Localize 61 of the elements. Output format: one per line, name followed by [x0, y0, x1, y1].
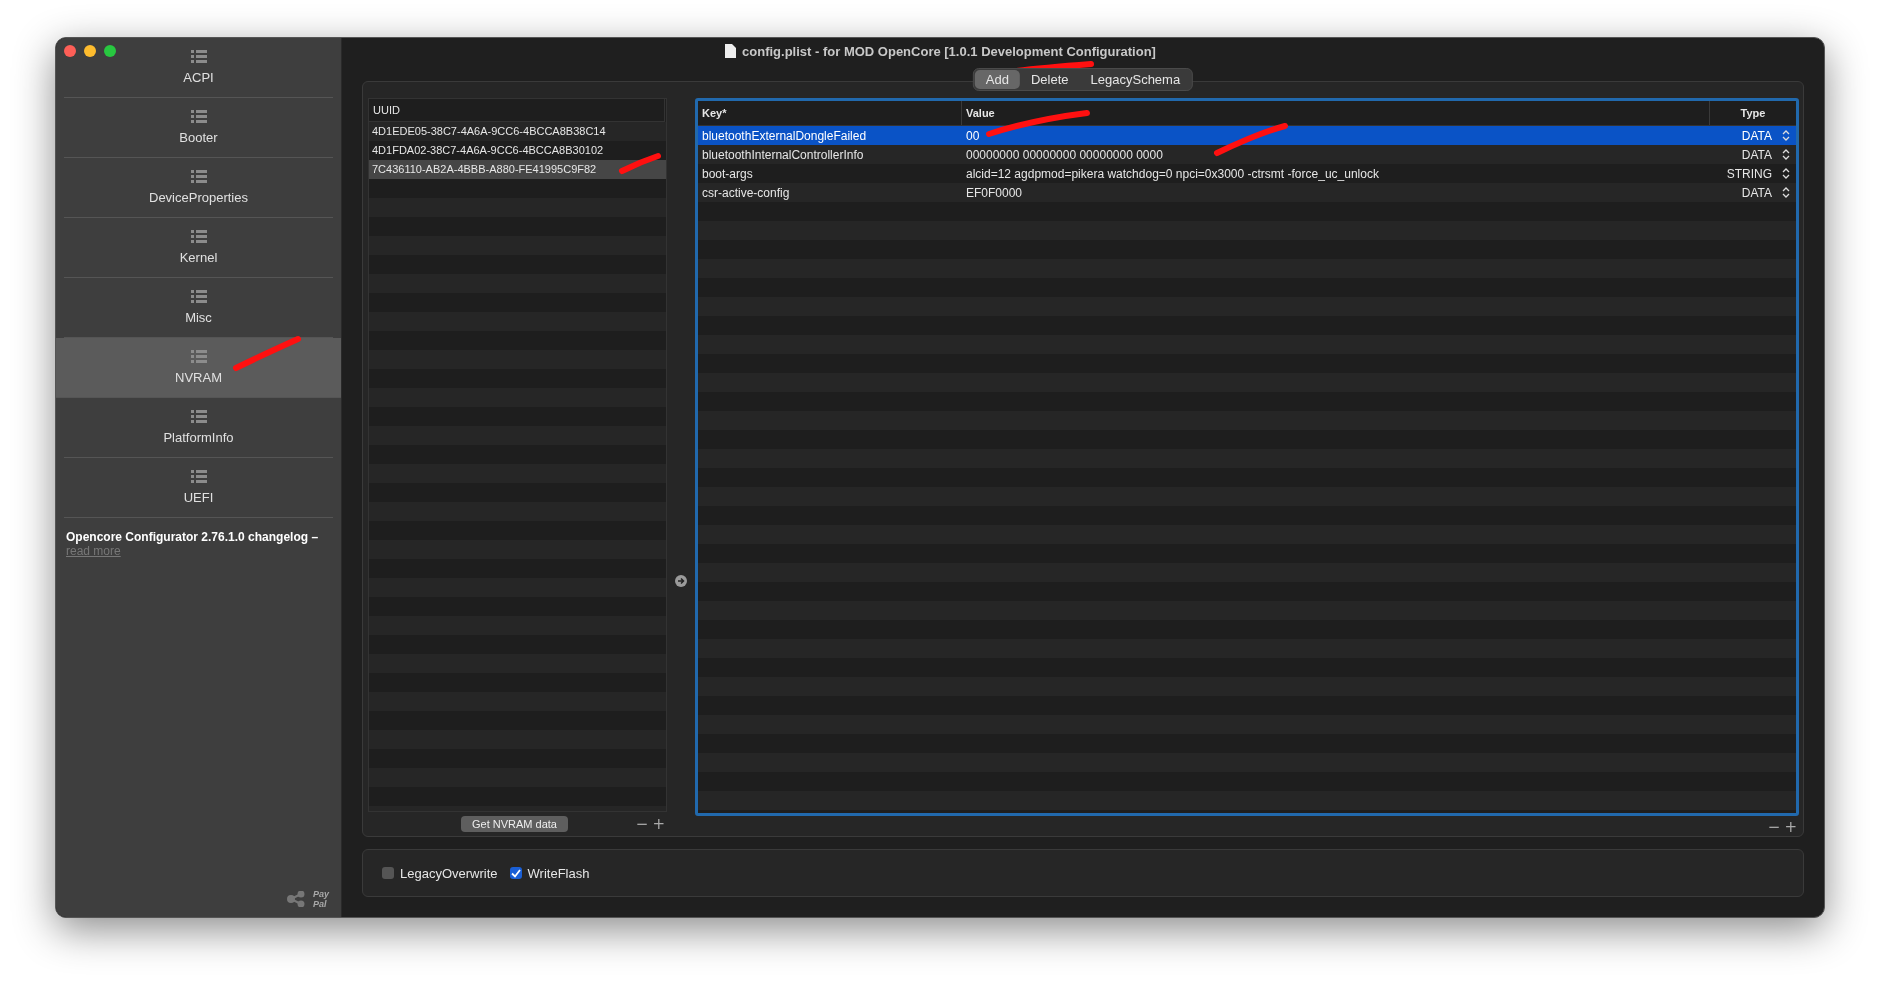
table-row[interactable]: bluetoothExternalDongleFailed 00 DATA: [698, 126, 1796, 145]
type-value[interactable]: DATA: [1741, 128, 1772, 143]
paypal-logo[interactable]: Pay Pal: [313, 889, 329, 909]
table-cell-text: EF0F0000: [965, 185, 1024, 200]
tab[interactable]: Delete: [1019, 70, 1080, 89]
sidebar-item[interactable]: Booter: [64, 98, 333, 158]
sidebar-item[interactable]: PlatformInfo: [64, 398, 333, 458]
table-cell-text: bluetoothInternalControllerInfo: [701, 147, 865, 162]
table-cell-text: bluetoothExternalDongleFailed: [701, 128, 868, 143]
table-cell-text: 00: [965, 128, 981, 143]
table-cell-text: boot-args: [701, 166, 754, 181]
stepper-icon[interactable]: [1782, 187, 1790, 198]
sidebar-item[interactable]: ACPI: [64, 38, 333, 98]
list-icon: [190, 110, 207, 124]
get-nvram-button[interactable]: Get NVRAM data: [461, 816, 568, 833]
list-icon: [190, 350, 207, 364]
uuid-row[interactable]: 4D1EDE05-38C7-4A6A-9CC6-4BCCA8B38C14: [369, 122, 666, 141]
list-icon: [190, 50, 207, 64]
sidebar-item[interactable]: DeviceProperties: [64, 158, 333, 218]
checkbox-label: WriteFlash: [527, 865, 590, 881]
stepper-icon[interactable]: [1782, 149, 1790, 160]
type-value[interactable]: DATA: [1741, 147, 1772, 162]
remove-button[interactable]: −: [633, 816, 651, 833]
uuid-row[interactable]: 4D1FDA02-38C7-4A6A-9CC6-4BCCA8B30102: [369, 141, 666, 160]
column-header: Key*: [698, 101, 962, 125]
type-value[interactable]: STRING: [1726, 166, 1772, 181]
sidebar-item[interactable]: Kernel: [64, 218, 333, 278]
add-button[interactable]: +: [1782, 819, 1799, 836]
checkbox[interactable]: [382, 867, 394, 879]
list-icon: [190, 170, 207, 184]
column-header: Value: [962, 101, 1710, 125]
tab[interactable]: LegacySchema: [1079, 70, 1192, 89]
list-icon: [190, 410, 207, 424]
stepper-icon[interactable]: [1782, 168, 1790, 179]
sidebar-item[interactable]: UEFI: [64, 458, 333, 518]
annotation-mark: [619, 153, 661, 174]
arrow-right-icon[interactable]: [675, 575, 687, 587]
checkbox[interactable]: [509, 867, 522, 879]
changelog-text: Opencore Configurator 2.76.1.0 changelog –: [66, 530, 320, 544]
table-row[interactable]: boot-args alcid=12 agdpmod=pikera watchdog=0 npci=0x3000 -ctrsmt -force_uc_unlock STRING: [698, 164, 1796, 183]
table-cell-text: 00000000 00000000 00000000 0000: [965, 147, 1164, 162]
add-button[interactable]: +: [650, 816, 667, 833]
list-icon: [190, 470, 207, 484]
list-icon: [190, 290, 207, 304]
uuid-row[interactable]: 7C436110-AB2A-4BBB-A880-FE41995C9F82: [369, 160, 666, 179]
column-header: Type: [1739, 106, 1767, 121]
sidebar-item[interactable]: NVRAM: [56, 338, 341, 398]
list-icon: [190, 230, 207, 244]
checkbox-label: LegacyOverwrite: [400, 865, 498, 881]
table-row[interactable]: bluetoothInternalControllerInfo 00000000 00000000 00000000 0000 DATA: [698, 145, 1796, 164]
document-icon: [725, 44, 737, 58]
tab[interactable]: Add: [974, 70, 1020, 89]
table-cell-text: csr-active-config: [701, 185, 791, 200]
window-title: config.plist - for MOD OpenCore [1.0.1 Development Configuration]: [742, 43, 1156, 59]
annotation-mark: [233, 336, 301, 371]
table-cell-text: alcid=12 agdpmod=pikera watchdog=0 npci=0x3000 -ctrsmt -force_uc_unlock: [965, 166, 1380, 181]
table-row[interactable]: csr-active-config EF0F0000 DATA: [698, 183, 1796, 202]
remove-button[interactable]: −: [1765, 819, 1783, 836]
share-icon[interactable]: [287, 891, 305, 907]
type-value[interactable]: DATA: [1741, 185, 1772, 200]
column-header: UUID: [373, 104, 400, 116]
